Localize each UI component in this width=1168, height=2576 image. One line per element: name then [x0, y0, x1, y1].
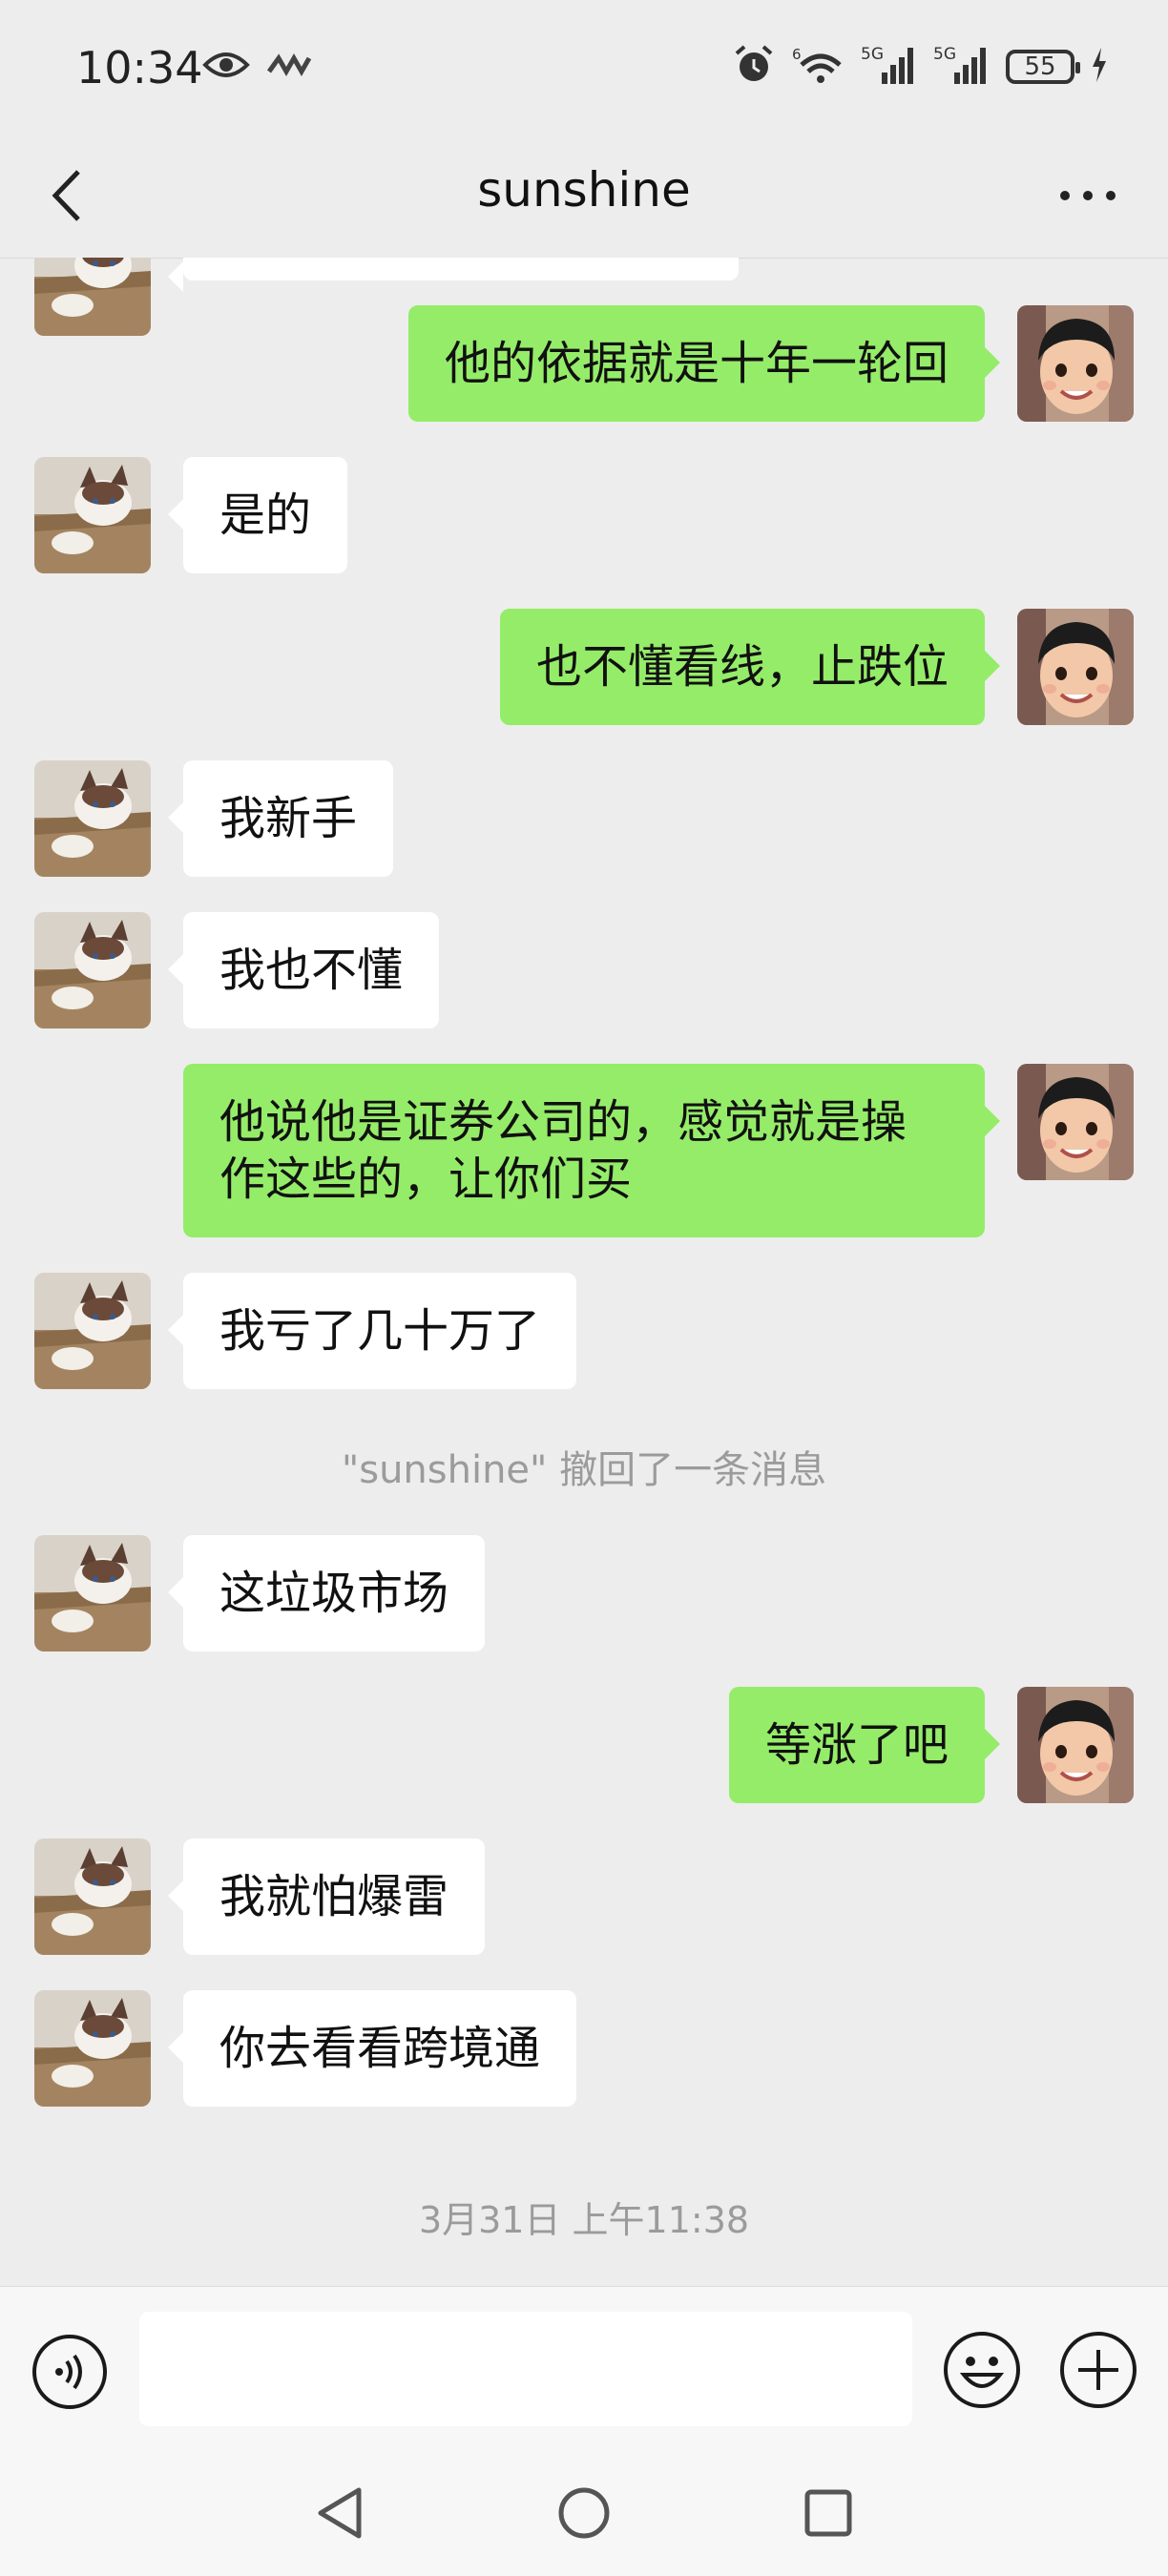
cat-avatar-icon: [34, 1990, 151, 2107]
boy-avatar-icon: [1017, 305, 1134, 422]
more-icon: [1060, 191, 1116, 200]
svg-text:6: 6: [792, 46, 802, 63]
incoming-bubble[interactable]: 我就怕爆雷: [167, 1839, 486, 1955]
status-bar: 10:34 6 5G 5G 55: [0, 0, 1168, 134]
voice-icon: [32, 2335, 107, 2409]
cat-avatar-icon: [34, 912, 151, 1028]
incoming-bubble[interactable]: 你去看看跨境通: [167, 1990, 577, 2107]
incoming-bubble[interactable]: 我新手: [167, 760, 394, 877]
status-right-icons: 6 5G 5G 55: [733, 44, 1109, 90]
my-avatar[interactable]: [1017, 1064, 1134, 1180]
cat-avatar-icon: [34, 258, 151, 336]
outgoing-bubble[interactable]: 他说他是证券公司的，感觉就是操作这些的，让你们买: [183, 1064, 1000, 1237]
nav-home-button[interactable]: [553, 2483, 615, 2544]
network-label: 5G: [861, 45, 884, 64]
contact-avatar[interactable]: [34, 258, 151, 336]
recall-notice: "sunshine" 撤回了一条消息: [341, 1448, 827, 1492]
incoming-bubble[interactable]: 是的: [167, 457, 348, 573]
cat-avatar-icon: [34, 760, 151, 877]
cat-avatar-icon: [34, 1839, 151, 1955]
outgoing-bubble[interactable]: 他的依据就是十年一轮回: [407, 305, 1001, 422]
contact-avatar[interactable]: [34, 1535, 151, 1652]
chat-title: sunshine: [477, 162, 691, 218]
input-bar: [0, 2286, 1168, 2459]
emoji-button[interactable]: [941, 2329, 1023, 2411]
my-avatar[interactable]: [1017, 1687, 1134, 1803]
nav-home-icon: [558, 2487, 610, 2539]
incoming-bubble[interactable]: 我亏了几十万了: [167, 1273, 577, 1389]
network-label: 5G: [933, 45, 956, 64]
charging-icon: [1090, 46, 1109, 88]
my-avatar[interactable]: [1017, 305, 1134, 422]
incoming-bubble[interactable]: 这垃圾市场: [167, 1535, 486, 1652]
cat-avatar-icon: [34, 1273, 151, 1389]
boy-avatar-icon: [1017, 1687, 1134, 1803]
nav-back-button[interactable]: [311, 2483, 372, 2544]
outgoing-bubble[interactable]: 也不懂看线，止跌位: [499, 609, 1001, 725]
chat-header: sunshine: [0, 134, 1168, 259]
cat-avatar-icon: [34, 457, 151, 573]
voice-button[interactable]: [31, 2333, 109, 2411]
battery-icon: 55: [1006, 50, 1080, 84]
message-bubble-partial[interactable]: [168, 258, 739, 292]
message-input[interactable]: [139, 2312, 912, 2426]
plus-icon: [1060, 2332, 1137, 2408]
signal-icon: 5G: [933, 44, 991, 90]
wifi-icon: 6: [790, 44, 845, 90]
more-button[interactable]: [1050, 172, 1126, 219]
cat-avatar-icon: [34, 1535, 151, 1652]
nav-recent-icon: [804, 2489, 852, 2537]
message-timestamp: 3月31日 上午11:38: [418, 2199, 750, 2241]
status-left-icons: [202, 48, 313, 86]
system-nav-bar: [0, 2458, 1168, 2576]
nav-back-icon: [318, 2487, 362, 2539]
eye-icon: [202, 49, 250, 85]
boy-avatar-icon: [1017, 1064, 1134, 1180]
alarm-icon: [733, 44, 775, 90]
contact-avatar[interactable]: [34, 457, 151, 573]
contact-avatar[interactable]: [34, 1273, 151, 1389]
plus-button[interactable]: [1057, 2329, 1139, 2411]
contact-avatar[interactable]: [34, 1990, 151, 2107]
my-avatar[interactable]: [1017, 609, 1134, 725]
contact-avatar[interactable]: [34, 912, 151, 1028]
signal-icon: 5G: [861, 44, 918, 90]
emoji-icon: [944, 2332, 1020, 2408]
status-time: 10:34: [76, 42, 203, 93]
contact-avatar[interactable]: [34, 760, 151, 877]
nav-recent-button[interactable]: [798, 2483, 859, 2544]
chat-area[interactable]: 他的依据就是十年一轮回 是的 也不懂看线，止跌位 我新手 我也不懂 他说他是证券…: [0, 258, 1168, 2286]
incoming-bubble[interactable]: 我也不懂: [167, 912, 440, 1028]
wave-icon: [265, 51, 313, 83]
boy-avatar-icon: [1017, 609, 1134, 725]
outgoing-bubble[interactable]: 等涨了吧: [728, 1687, 1001, 1803]
contact-avatar[interactable]: [34, 1839, 151, 1955]
